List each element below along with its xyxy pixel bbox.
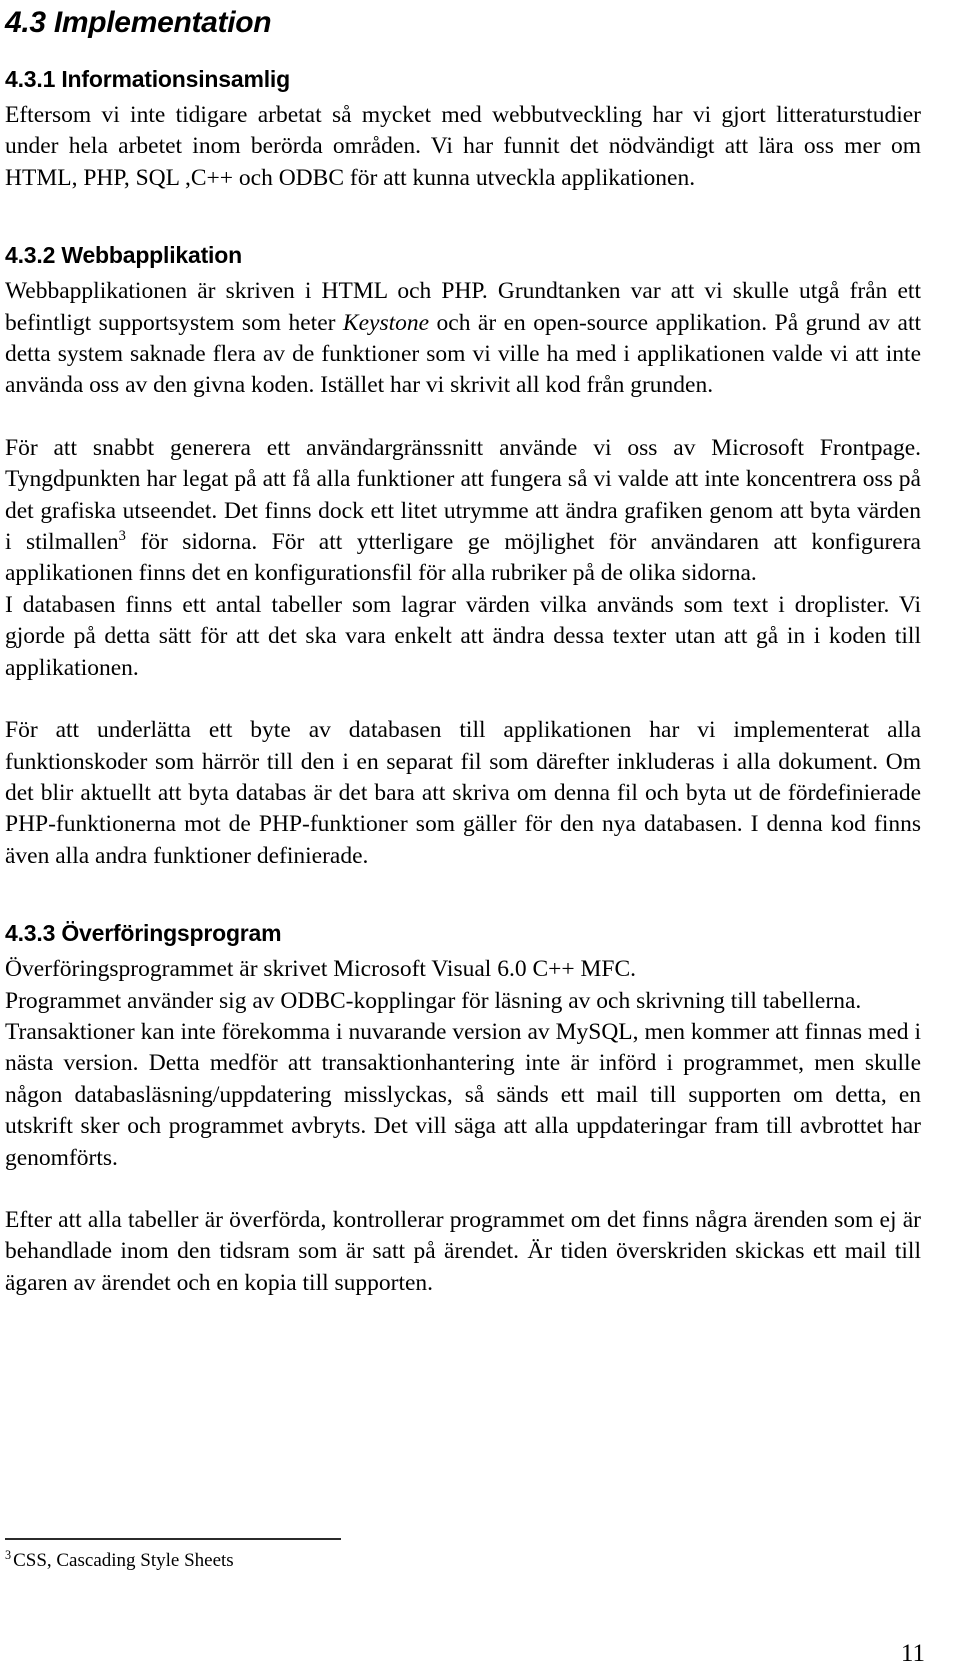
subsection-heading-4-3-3: 4.3.3 Överföringsprogram (5, 920, 282, 947)
page-content: 4.3 Implementation 4.3.1 Informationsins… (5, 0, 921, 1299)
paragraph-odbc-kopplingar: Programmet använder sig av ODBC-koppling… (5, 987, 862, 1014)
paragraph-databas-droplister: I databasen finns ett antal tabeller som… (5, 591, 921, 681)
footnote-entry: 3 CSS, Cascading Style Sheets (5, 1549, 921, 1573)
paragraph-text-part-b: för sidorna. För att ytterligare ge möjl… (5, 529, 921, 587)
paragraph-arendekontroll: Efter att alla tabeller är överförda, ko… (5, 1206, 921, 1296)
paragraph-webbapplikation: Webbapplikationen är skriven i HTML och … (5, 276, 921, 402)
footnote-text: CSS, Cascading Style Sheets (13, 1550, 234, 1571)
paragraph-transaktioner: Transaktioner kan inte förekomma i nuvar… (5, 1018, 921, 1171)
document-page: 4.3 Implementation 4.3.1 Informationsins… (0, 0, 960, 1674)
paragraph-overforingsprogram-intro: Överföringsprogrammet är skrivet Microso… (5, 956, 637, 983)
section-heading-4-3: 4.3 Implementation (5, 6, 272, 39)
page-number: 11 (900, 1640, 925, 1667)
subsection-heading-4-3-2: 4.3.2 Webbapplikation (5, 242, 242, 269)
emphasis-keystone: Keystone (342, 309, 430, 336)
footnote-area: 3 CSS, Cascading Style Sheets (5, 1538, 921, 1573)
footnote-separator-rule (5, 1538, 341, 1540)
paragraph-frontpage-stilmall: För att snabbt generera ett användargrän… (5, 433, 921, 590)
paragraph-informationsinsamlig: Eftersom vi inte tidigare arbetat så myc… (5, 102, 921, 191)
subsection-heading-4-3-1: 4.3.1 Informationsinsamlig (5, 66, 290, 92)
footnote-marker: 3 (5, 1547, 12, 1562)
footnote-reference-3: 3 (118, 528, 126, 545)
paragraph-databasbyte: För att underlätta ett byte av databasen… (5, 717, 921, 869)
